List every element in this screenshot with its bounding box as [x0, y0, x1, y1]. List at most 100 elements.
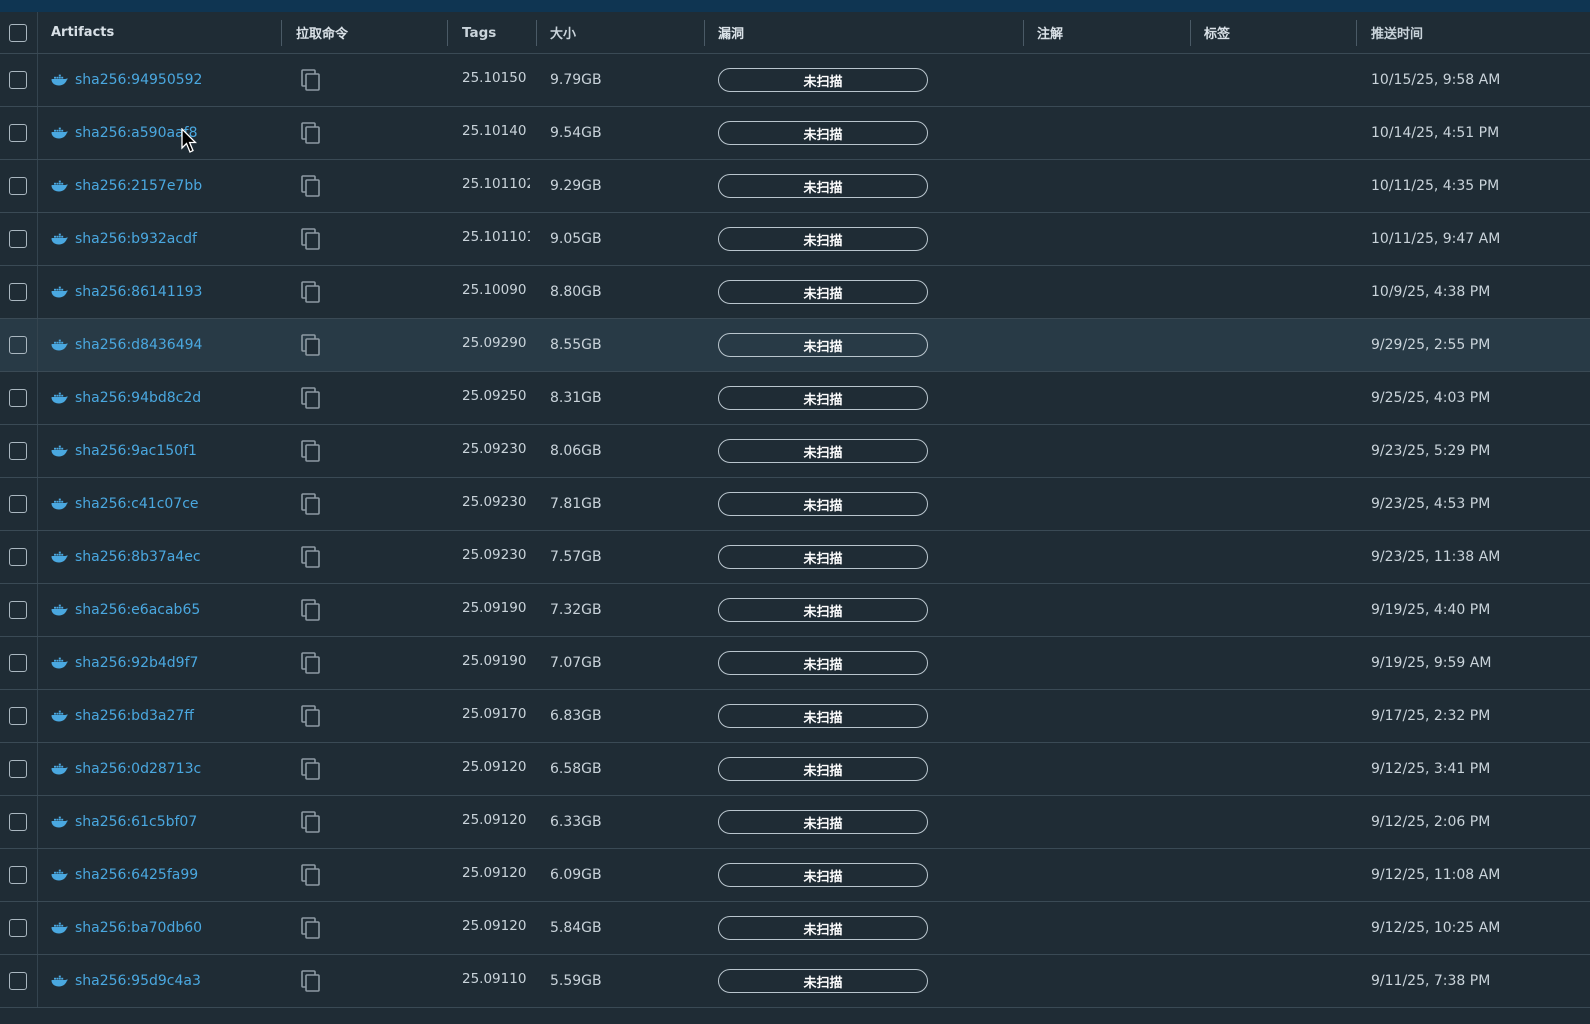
row-select-cell[interactable]	[9, 796, 35, 848]
artifact-digest-link[interactable]: sha256:95d9c4a3	[75, 973, 201, 989]
column-resize-handle[interactable]	[536, 20, 537, 46]
row-checkbox[interactable]	[9, 442, 27, 460]
row-checkbox[interactable]	[9, 283, 27, 301]
tags-cell[interactable]: 25.10090	[462, 266, 530, 318]
table-row[interactable]: sha256:94bd8c2d 25.09250 8.31GB 未扫描 9/25…	[0, 372, 1590, 425]
scan-status-badge[interactable]: 未扫描	[718, 757, 928, 781]
artifact-digest-link[interactable]: sha256:a590aaf8	[75, 125, 197, 141]
scan-status-badge[interactable]: 未扫描	[718, 863, 928, 887]
artifact-digest-link[interactable]: sha256:b932acdf	[75, 231, 197, 247]
copy-icon[interactable]	[296, 227, 322, 251]
row-checkbox[interactable]	[9, 548, 27, 566]
row-checkbox[interactable]	[9, 389, 27, 407]
table-row[interactable]: sha256:ba70db60 25.09120 5.84GB 未扫描 9/12…	[0, 902, 1590, 955]
artifact-digest-link[interactable]: sha256:6425fa99	[75, 867, 198, 883]
tags-cell[interactable]: 25.10140	[462, 107, 530, 159]
select-all-checkbox[interactable]	[9, 23, 27, 42]
copy-icon[interactable]	[296, 969, 322, 993]
artifact-digest-link[interactable]: sha256:ba70db60	[75, 920, 202, 936]
copy-icon[interactable]	[296, 174, 322, 198]
tags-cell[interactable]: 25.09110	[462, 955, 530, 1007]
copy-icon[interactable]	[296, 439, 322, 463]
row-select-cell[interactable]	[9, 266, 35, 318]
table-row[interactable]: sha256:6425fa99 25.09120 6.09GB 未扫描 9/12…	[0, 849, 1590, 902]
artifact-digest-link[interactable]: sha256:2157e7bb	[75, 178, 202, 194]
row-checkbox[interactable]	[9, 336, 27, 354]
tags-cell[interactable]: 25.09230	[462, 425, 530, 477]
row-select-cell[interactable]	[9, 955, 35, 1007]
table-row[interactable]: sha256:0d28713c 25.09120 6.58GB 未扫描 9/12…	[0, 743, 1590, 796]
table-row[interactable]: sha256:94950592 25.10150 9.79GB 未扫描 10/1…	[0, 54, 1590, 107]
scan-status-badge[interactable]: 未扫描	[718, 545, 928, 569]
copy-icon[interactable]	[296, 121, 322, 145]
column-resize-handle[interactable]	[1190, 20, 1191, 46]
artifact-digest-link[interactable]: sha256:e6acab65	[75, 602, 200, 618]
row-select-cell[interactable]	[9, 54, 35, 106]
scan-status-badge[interactable]: 未扫描	[718, 651, 928, 675]
column-resize-handle[interactable]	[704, 20, 705, 46]
copy-icon[interactable]	[296, 651, 322, 675]
copy-icon[interactable]	[296, 916, 322, 940]
scan-status-badge[interactable]: 未扫描	[718, 439, 928, 463]
row-checkbox[interactable]	[9, 707, 27, 725]
scan-status-badge[interactable]: 未扫描	[718, 333, 928, 357]
artifact-digest-link[interactable]: sha256:c41c07ce	[75, 496, 199, 512]
artifact-digest-link[interactable]: sha256:94bd8c2d	[75, 390, 201, 406]
tags-cell[interactable]: 25.101102	[462, 160, 530, 212]
select-all-cell[interactable]	[9, 12, 35, 53]
table-row[interactable]: sha256:86141193 25.10090 8.80GB 未扫描 10/9…	[0, 266, 1590, 319]
artifact-digest-link[interactable]: sha256:86141193	[75, 284, 202, 300]
tags-cell[interactable]: 25.09190	[462, 637, 530, 689]
scan-status-badge[interactable]: 未扫描	[718, 386, 928, 410]
table-row[interactable]: sha256:92b4d9f7 25.09190 7.07GB 未扫描 9/19…	[0, 637, 1590, 690]
column-header-vulnerabilities[interactable]: 漏洞	[718, 12, 1018, 53]
row-checkbox[interactable]	[9, 124, 27, 142]
tags-cell[interactable]: 25.101101	[462, 213, 530, 265]
scan-status-badge[interactable]: 未扫描	[718, 916, 928, 940]
scan-status-badge[interactable]: 未扫描	[718, 969, 928, 993]
row-select-cell[interactable]	[9, 160, 35, 212]
row-checkbox[interactable]	[9, 601, 27, 619]
column-header-annotations[interactable]: 注解	[1037, 12, 1187, 53]
column-header-tags[interactable]: Tags	[462, 12, 530, 53]
tags-cell[interactable]: 25.09170	[462, 690, 530, 742]
row-checkbox[interactable]	[9, 919, 27, 937]
artifact-digest-link[interactable]: sha256:bd3a27ff	[75, 708, 194, 724]
artifact-digest-link[interactable]: sha256:9ac150f1	[75, 443, 197, 459]
table-row[interactable]: sha256:b932acdf 25.101101 9.05GB 未扫描 10/…	[0, 213, 1590, 266]
scan-status-badge[interactable]: 未扫描	[718, 280, 928, 304]
row-checkbox[interactable]	[9, 71, 27, 89]
tags-cell[interactable]: 25.09120	[462, 902, 530, 954]
table-row[interactable]: sha256:95d9c4a3 25.09110 5.59GB 未扫描 9/11…	[0, 955, 1590, 1008]
row-checkbox[interactable]	[9, 654, 27, 672]
copy-icon[interactable]	[296, 333, 322, 357]
column-header-artifacts[interactable]: Artifacts	[51, 12, 276, 53]
table-row[interactable]: sha256:c41c07ce 25.09230 7.81GB 未扫描 9/23…	[0, 478, 1590, 531]
artifact-digest-link[interactable]: sha256:92b4d9f7	[75, 655, 198, 671]
table-row[interactable]: sha256:bd3a27ff 25.09170 6.83GB 未扫描 9/17…	[0, 690, 1590, 743]
row-select-cell[interactable]	[9, 319, 35, 371]
copy-icon[interactable]	[296, 545, 322, 569]
tags-cell[interactable]: 25.09290	[462, 319, 530, 371]
column-header-size[interactable]: 大小	[550, 12, 700, 53]
row-checkbox[interactable]	[9, 230, 27, 248]
row-checkbox[interactable]	[9, 813, 27, 831]
column-resize-handle[interactable]	[447, 20, 448, 46]
table-row[interactable]: sha256:a590aaf8 25.10140 9.54GB 未扫描 10/1…	[0, 107, 1590, 160]
artifact-digest-link[interactable]: sha256:94950592	[75, 72, 202, 88]
scan-status-badge[interactable]: 未扫描	[718, 704, 928, 728]
scan-status-badge[interactable]: 未扫描	[718, 492, 928, 516]
row-select-cell[interactable]	[9, 584, 35, 636]
row-select-cell[interactable]	[9, 213, 35, 265]
row-checkbox[interactable]	[9, 866, 27, 884]
copy-icon[interactable]	[296, 280, 322, 304]
row-select-cell[interactable]	[9, 902, 35, 954]
copy-icon[interactable]	[296, 757, 322, 781]
row-select-cell[interactable]	[9, 743, 35, 795]
copy-icon[interactable]	[296, 863, 322, 887]
copy-icon[interactable]	[296, 810, 322, 834]
copy-icon[interactable]	[296, 68, 322, 92]
column-header-push-time[interactable]: 推送时间	[1371, 12, 1581, 53]
table-row[interactable]: sha256:61c5bf07 25.09120 6.33GB 未扫描 9/12…	[0, 796, 1590, 849]
column-header-pull-command[interactable]: 拉取命令	[296, 12, 446, 53]
